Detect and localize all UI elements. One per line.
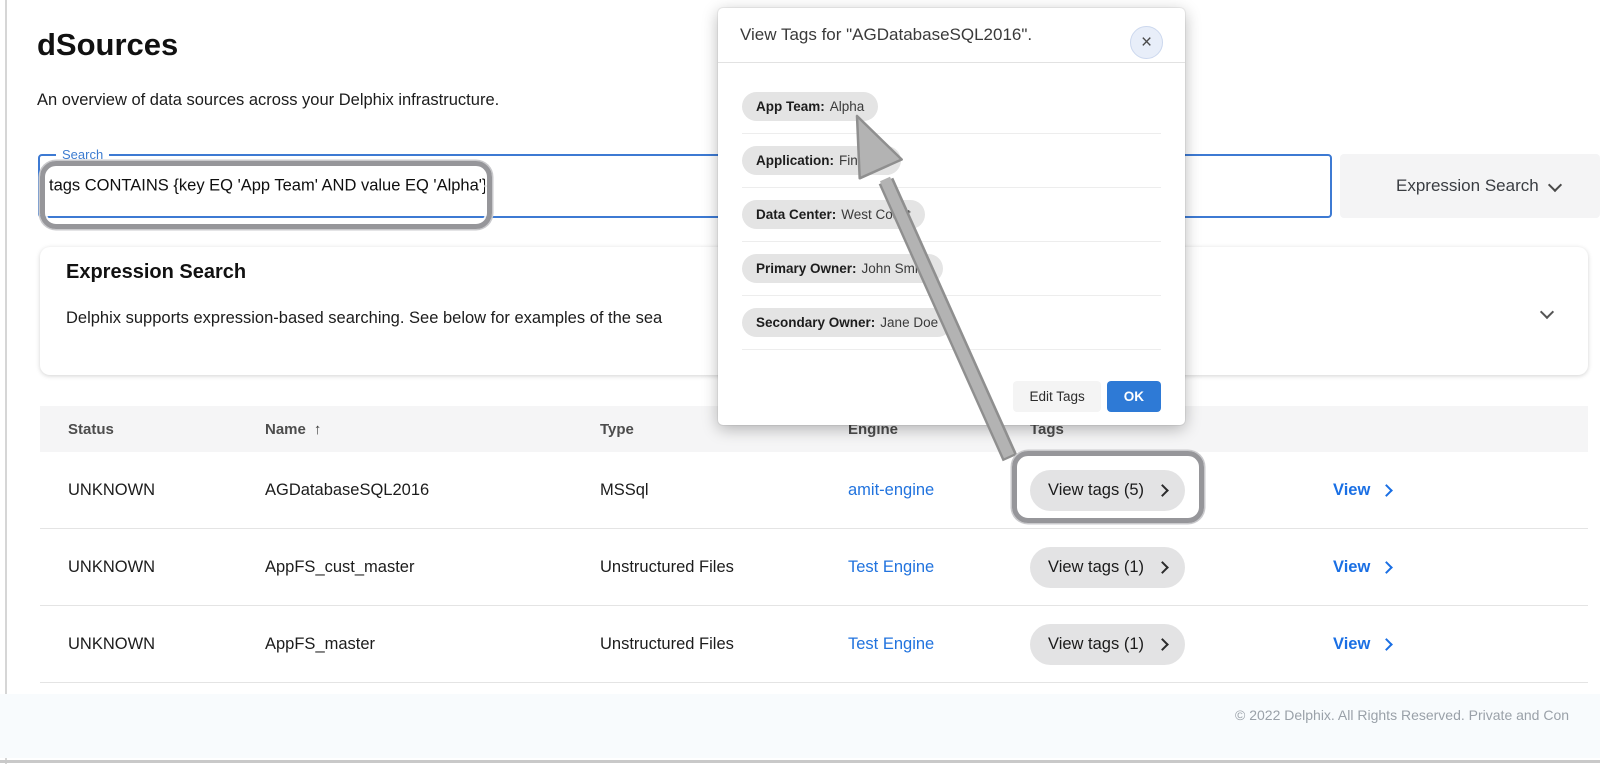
close-icon[interactable]: × — [1130, 26, 1163, 59]
view-tags-button[interactable]: View tags (5) — [1030, 470, 1185, 511]
table-row: UNKNOWN AppFS_master Unstructured Files … — [40, 606, 1588, 683]
tag-list-item: Secondary Owner:Jane Doe — [742, 296, 1161, 350]
modal-footer: Edit Tags OK — [1013, 381, 1161, 412]
column-header-name[interactable]: Name↑ — [265, 421, 600, 438]
text-caret — [488, 175, 490, 197]
tag-list-item: Application:Finance — [742, 134, 1161, 188]
tag-pill: Secondary Owner:Jane Doe — [742, 308, 952, 337]
chevron-right-icon — [1380, 638, 1393, 651]
modal-tag-list: App Team:Alpha Application:Finance Data … — [718, 63, 1185, 350]
chevron-right-icon — [1156, 484, 1169, 497]
status-cell: UNKNOWN — [68, 481, 265, 500]
status-cell: UNKNOWN — [68, 635, 265, 654]
edit-tags-button[interactable]: Edit Tags — [1013, 381, 1100, 412]
name-cell: AGDatabaseSQL2016 — [265, 481, 600, 500]
type-cell: Unstructured Files — [600, 558, 848, 577]
tag-pill: Data Center:West Coast — [742, 200, 925, 229]
modal-title: View Tags for "AGDatabaseSQL2016". — [740, 8, 1032, 62]
tag-list-item: App Team:Alpha — [742, 80, 1161, 134]
tag-list-item: Data Center:West Coast — [742, 188, 1161, 242]
collapse-panel-button[interactable] — [1538, 301, 1556, 324]
dsources-table: Status Name↑ Type Engine Tags UNKNOWN AG… — [40, 406, 1588, 683]
name-cell: AppFS_cust_master — [265, 558, 600, 577]
sort-ascending-icon: ↑ — [314, 421, 322, 438]
view-tags-button[interactable]: View tags (1) — [1030, 624, 1185, 665]
modal-header: View Tags for "AGDatabaseSQL2016". × — [718, 8, 1185, 63]
column-header-status[interactable]: Status — [68, 421, 265, 438]
window-bottom-edge — [0, 760, 1600, 763]
view-link[interactable]: View — [1333, 481, 1391, 500]
engine-link[interactable]: Test Engine — [848, 558, 934, 576]
expression-search-description: Delphix supports expression-based search… — [66, 309, 662, 328]
table-row: UNKNOWN AGDatabaseSQL2016 MSSql amit-eng… — [40, 452, 1588, 529]
chevron-right-icon — [1380, 484, 1393, 497]
engine-link[interactable]: amit-engine — [848, 481, 934, 499]
view-tags-button[interactable]: View tags (1) — [1030, 547, 1185, 588]
footer-copyright: © 2022 Delphix. All Rights Reserved. Pri… — [1235, 707, 1569, 723]
chevron-down-icon — [1540, 305, 1554, 319]
engine-link[interactable]: Test Engine — [848, 635, 934, 653]
type-cell: MSSql — [600, 481, 848, 500]
type-cell: Unstructured Files — [600, 635, 848, 654]
tag-pill: Application:Finance — [742, 146, 901, 175]
footer-band — [0, 694, 1600, 758]
window-left-edge — [5, 0, 7, 764]
name-cell: AppFS_master — [265, 635, 600, 654]
chevron-right-icon — [1380, 561, 1393, 574]
expression-search-heading: Expression Search — [66, 261, 246, 284]
search-mode-selected-value: Expression Search — [1340, 176, 1539, 196]
table-row: UNKNOWN AppFS_cust_master Unstructured F… — [40, 529, 1588, 606]
status-cell: UNKNOWN — [68, 558, 265, 577]
chevron-right-icon — [1156, 561, 1169, 574]
tag-pill: Primary Owner:John Smith — [742, 254, 943, 283]
app-window: dSources An overview of data sources acr… — [0, 0, 1600, 764]
page-subtitle: An overview of data sources across your … — [37, 91, 499, 110]
search-input-label: Search — [56, 147, 109, 162]
page-title: dSources — [37, 27, 178, 63]
tag-pill: App Team:Alpha — [742, 92, 878, 121]
ok-button[interactable]: OK — [1107, 381, 1161, 412]
view-link[interactable]: View — [1333, 558, 1391, 577]
chevron-down-icon — [1548, 178, 1562, 192]
view-tags-modal: View Tags for "AGDatabaseSQL2016". × App… — [718, 8, 1185, 425]
chevron-right-icon — [1156, 638, 1169, 651]
tag-list-item: Primary Owner:John Smith — [742, 242, 1161, 296]
search-mode-dropdown[interactable]: Expression Search — [1340, 154, 1600, 218]
view-link[interactable]: View — [1333, 635, 1391, 654]
search-input-value: tags CONTAINS {key EQ 'App Team' AND val… — [49, 175, 490, 197]
